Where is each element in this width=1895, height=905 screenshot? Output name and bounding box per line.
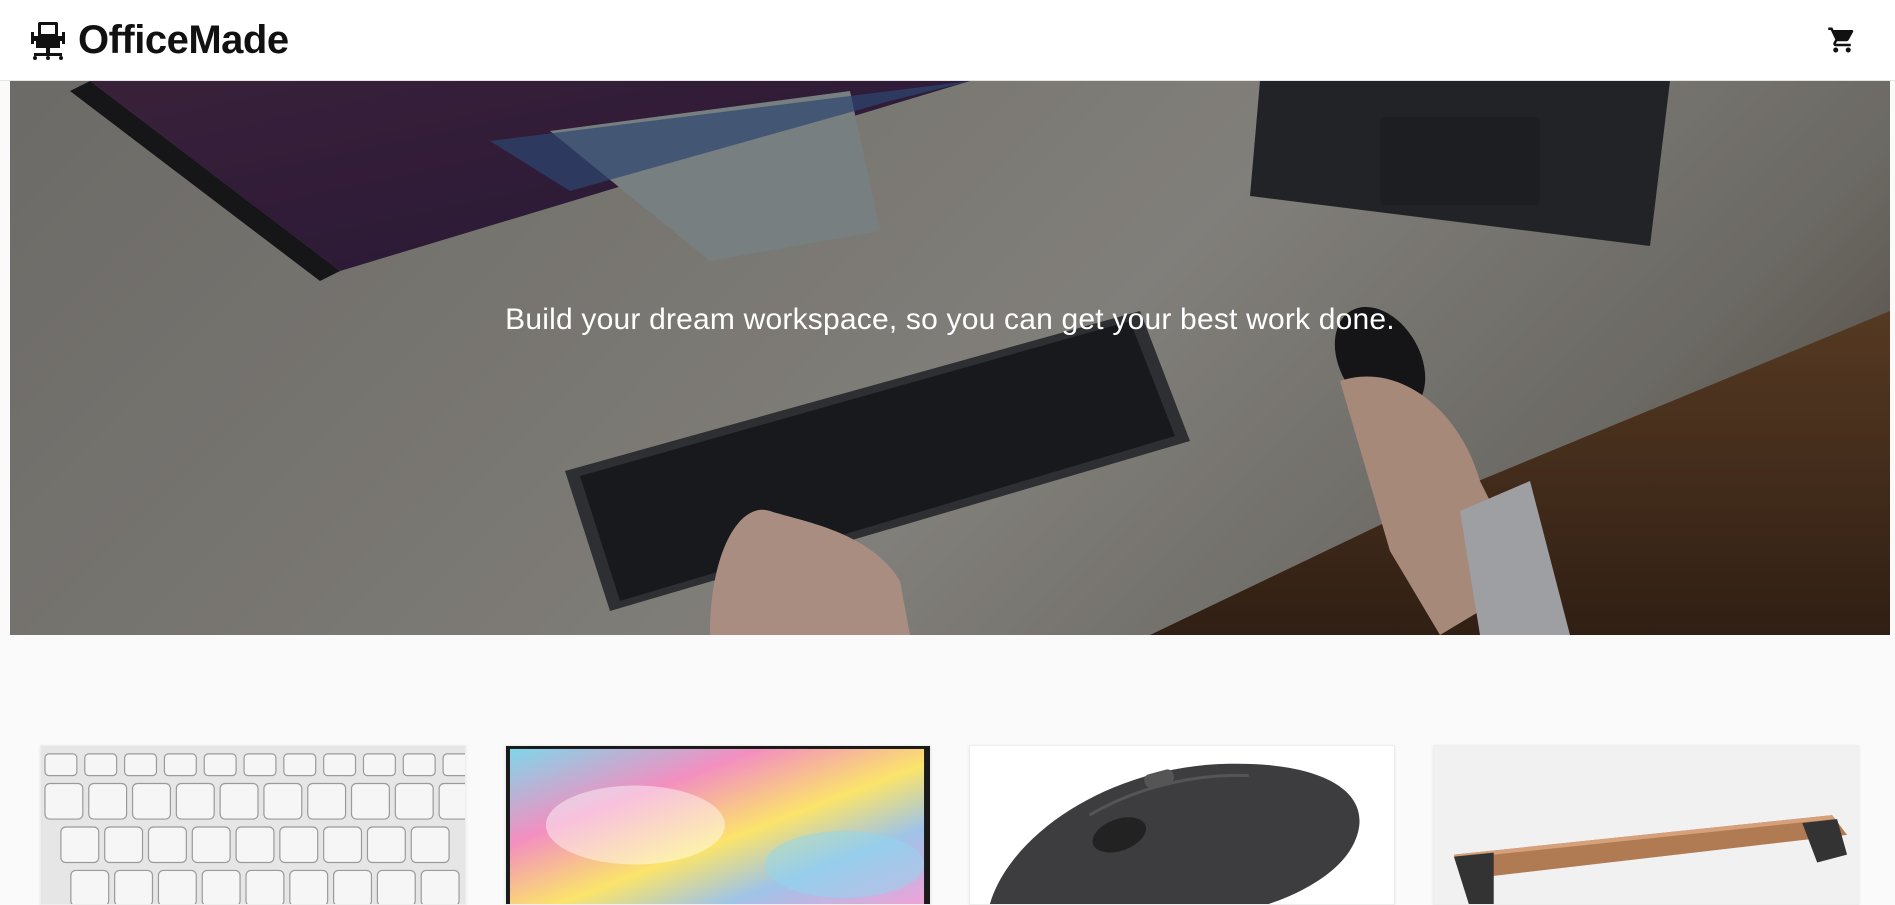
brand[interactable]: OfficeMade [28,0,289,80]
hero-tagline: Build your dream workspace, so you can g… [505,303,1395,336]
monitor-stand-product-image [1434,746,1858,904]
product-card[interactable] [40,745,466,905]
brand-name: OfficeMade [78,17,289,62]
product-card[interactable] [505,745,931,905]
cart-button[interactable] [1821,19,1863,61]
product-grid [0,635,1895,905]
shopping-cart-icon [1828,27,1854,53]
site-header: OfficeMade [0,0,1895,81]
product-card[interactable] [1433,745,1859,905]
office-chair-icon [31,22,65,60]
keyboard-product-image [41,746,465,904]
product-card[interactable] [969,745,1395,905]
hero-overlay [10,81,1890,635]
wireless-mouse-product-image [970,746,1394,904]
hero-banner: Build your dream workspace, so you can g… [10,81,1890,635]
colorful-laptop-product-image [506,746,930,904]
